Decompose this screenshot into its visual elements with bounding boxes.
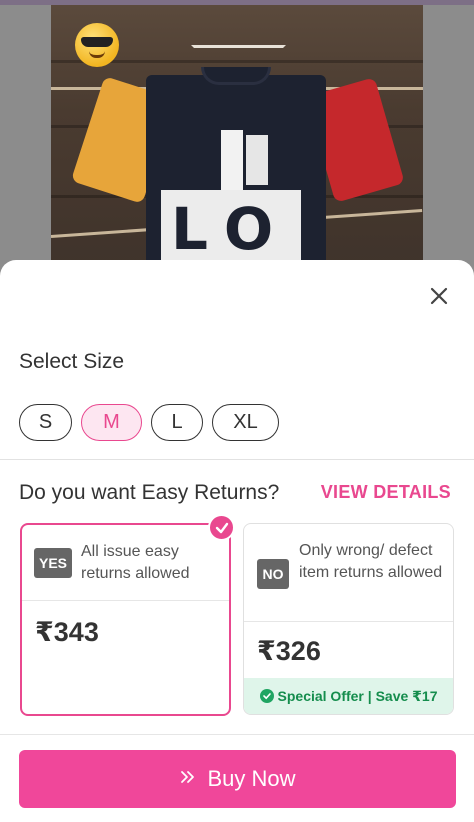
return-option-description: All issue easy returns allowed — [81, 543, 190, 582]
easy-returns-question: Do you want Easy Returns? — [19, 481, 280, 504]
double-chevron-right-icon — [179, 766, 197, 792]
product-image: LO — [51, 5, 423, 270]
size-option-s[interactable]: S — [19, 404, 72, 441]
buy-now-button[interactable]: Buy Now — [19, 750, 456, 808]
card-header: YES All issue easy returns allowed — [22, 525, 229, 601]
special-offer-banner: Special Offer | Save ₹17 — [244, 678, 453, 714]
shirt-print-text: LO — [171, 195, 292, 263]
select-size-title: Select Size — [19, 350, 125, 373]
return-option-price: ₹343 — [35, 617, 99, 647]
no-badge: NO — [257, 559, 289, 589]
divider — [0, 459, 474, 460]
size-options: S M L XL — [19, 404, 279, 441]
return-option-price: ₹326 — [257, 636, 321, 666]
sunglasses-emoji-icon — [75, 23, 119, 67]
card-header: NO Only wrong/ defect item returns allow… — [244, 524, 453, 622]
size-option-l[interactable]: L — [151, 404, 203, 441]
return-option-yes-card[interactable]: YES All issue easy returns allowed ₹343 — [20, 523, 231, 716]
close-button[interactable] — [424, 283, 454, 309]
buy-now-label: Buy Now — [207, 766, 296, 791]
offer-badge-icon — [259, 689, 274, 703]
price-tag — [221, 130, 243, 190]
close-icon — [430, 287, 448, 305]
return-option-description: Only wrong/ defect item returns allowed — [299, 542, 443, 581]
price-tag — [246, 135, 268, 185]
yes-badge: YES — [34, 548, 72, 578]
shirt-collar — [201, 67, 271, 85]
size-option-xl[interactable]: XL — [212, 404, 279, 441]
special-offer-text: Special Offer | Save ₹17 — [277, 687, 438, 704]
return-option-no-card[interactable]: NO Only wrong/ defect item returns allow… — [243, 523, 454, 715]
view-details-link[interactable]: VIEW DETAILS — [321, 482, 451, 503]
divider — [0, 734, 474, 735]
size-option-m[interactable]: M — [81, 404, 142, 441]
check-icon — [208, 514, 235, 541]
